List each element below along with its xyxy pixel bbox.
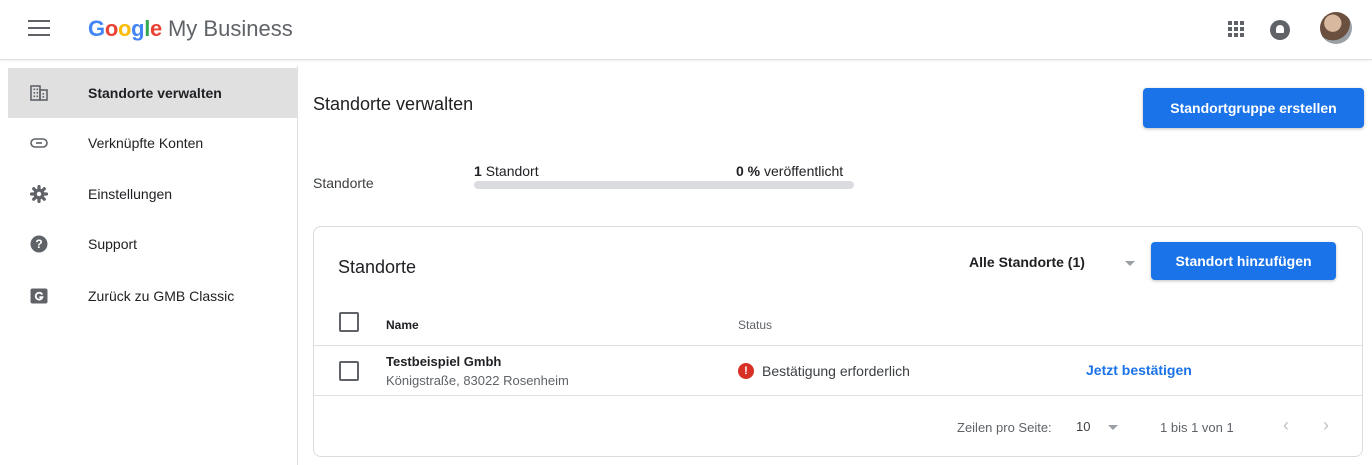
- apps-grid-icon[interactable]: [1228, 21, 1244, 37]
- avatar[interactable]: [1320, 12, 1352, 44]
- gear-icon: [30, 185, 48, 203]
- hamburger-menu-icon[interactable]: [28, 20, 50, 40]
- sidebar-item-standorte-verwalten[interactable]: Standorte verwalten: [8, 68, 298, 118]
- pagination-range: 1 bis 1 von 1: [1160, 420, 1234, 435]
- link-icon: [30, 134, 48, 152]
- previous-page-icon[interactable]: ‹: [1274, 413, 1298, 437]
- rows-per-page-value: 10: [1076, 419, 1091, 434]
- published-percentage: 0 % veröffentlicht: [736, 163, 843, 179]
- gmb-classic-icon: [30, 287, 48, 305]
- sidebar-item-verknuepfte-konten[interactable]: Verknüpfte Konten: [8, 118, 298, 168]
- filter-value: Alle Standorte (1): [969, 254, 1085, 270]
- building-icon: [30, 84, 48, 102]
- status-text: Bestätigung erforderlich: [762, 363, 910, 379]
- summary-label: Standorte: [313, 175, 374, 191]
- sidebar-item-label: Support: [88, 236, 138, 252]
- sidebar-item-label: Standorte verwalten: [88, 85, 222, 101]
- published-percentage-suffix: veröffentlicht: [764, 163, 844, 179]
- help-icon: ?: [30, 235, 48, 253]
- locations-card: Standorte Alle Standorte (1) Standort hi…: [313, 226, 1363, 457]
- column-header-status: Status: [738, 318, 773, 332]
- chevron-down-icon: [1108, 425, 1118, 430]
- location-filter-dropdown[interactable]: Alle Standorte (1): [969, 251, 1139, 275]
- page-title: Standorte verwalten: [313, 94, 474, 114]
- svg-text:?: ?: [35, 237, 42, 251]
- column-header-name: Name: [386, 318, 419, 332]
- next-page-icon[interactable]: ›: [1314, 413, 1338, 437]
- rows-per-page-select[interactable]: 10: [1076, 416, 1124, 438]
- location-count-number: 1: [474, 163, 482, 179]
- sidebar-item-label: Zurück zu GMB Classic: [88, 288, 235, 304]
- published-percentage-number: 0 %: [736, 163, 761, 179]
- notifications-icon[interactable]: [1270, 20, 1290, 40]
- create-location-group-button[interactable]: Standortgruppe erstellen: [1143, 88, 1364, 128]
- add-location-button[interactable]: Standort hinzufügen: [1151, 242, 1336, 280]
- location-count: 1 Standort: [474, 163, 539, 179]
- brand-logo[interactable]: Google My Business: [88, 14, 293, 44]
- google-wordmark: Google: [88, 16, 162, 41]
- sidebar-item-label: Einstellungen: [88, 186, 173, 202]
- alert-icon: !: [738, 363, 754, 379]
- location-name: Testbeispiel Gmbh: [386, 354, 502, 369]
- sidebar-item-einstellungen[interactable]: Einstellungen: [8, 169, 298, 219]
- location-address: Königstraße, 83022 Rosenheim: [386, 373, 569, 388]
- verify-now-link[interactable]: Jetzt bestätigen: [1086, 362, 1192, 378]
- row-checkbox[interactable]: [339, 361, 359, 381]
- select-all-checkbox[interactable]: [339, 312, 359, 332]
- location-count-suffix: Standort: [485, 163, 539, 179]
- product-name: My Business: [167, 16, 293, 41]
- sidebar-item-gmb-classic[interactable]: Zurück zu GMB Classic: [8, 271, 298, 321]
- divider: [314, 345, 1362, 346]
- status-badge: ! Bestätigung erforderlich: [738, 363, 910, 379]
- chevron-down-icon: [1125, 261, 1135, 266]
- published-progress-bar: [474, 181, 854, 189]
- sidebar-item-support[interactable]: ? Support: [8, 219, 298, 269]
- card-title: Standorte: [338, 257, 417, 277]
- divider: [314, 395, 1362, 396]
- app-header: Google My Business: [0, 0, 1372, 60]
- sidebar-item-label: Verknüpfte Konten: [88, 135, 204, 151]
- rows-per-page-label: Zeilen pro Seite:: [957, 420, 1052, 435]
- sidebar: Standorte verwalten Verknüpfte Konten Ei…: [0, 66, 298, 465]
